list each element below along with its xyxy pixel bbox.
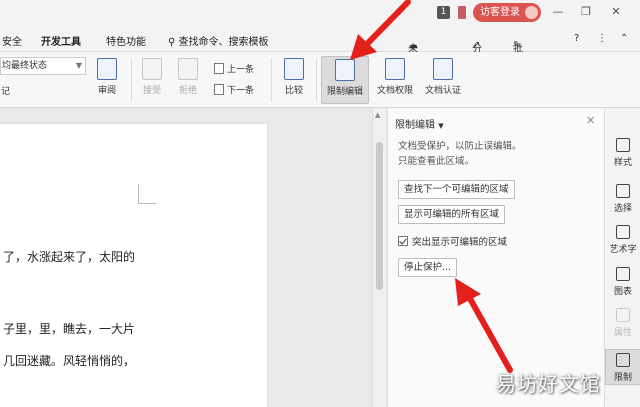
sidebar-item-label: 属性 <box>613 328 632 338</box>
ribbon: 均最终状态 ▼ 记 审阅 接受 拒绝 上一条 下一条 比较 限制编辑 文档权限 … <box>0 52 640 108</box>
chevron-down-icon: ▼ <box>75 61 82 70</box>
chart-icon <box>616 267 630 281</box>
avatar <box>525 6 538 19</box>
skin-icon[interactable] <box>458 6 466 19</box>
tab-security[interactable]: 安全 <box>2 33 22 48</box>
sidebar-item-properties[interactable]: 属性 <box>605 308 640 338</box>
accept-button[interactable]: 接受 <box>136 56 168 104</box>
properties-icon <box>616 308 630 322</box>
doc-permission-icon <box>385 58 405 80</box>
markup-state-value: 均最终状态 <box>2 61 48 71</box>
track-label[interactable]: 记 <box>1 84 10 97</box>
panel-close-button[interactable]: ✕ <box>586 114 595 127</box>
margin-corner-mark <box>138 184 156 204</box>
count-badge[interactable]: 1 <box>437 6 450 19</box>
reject-icon <box>178 58 198 80</box>
compare-icon <box>284 58 304 80</box>
login-label: 访客登录 <box>480 7 520 18</box>
doc-certify-button[interactable]: 文档认证 <box>421 56 465 104</box>
collapse-ribbon-button[interactable]: ⌃ <box>620 33 628 44</box>
review-icon <box>97 58 117 80</box>
doc-text-line[interactable]: 子里，里，瞧去，一大片 <box>3 320 135 337</box>
document-area: 了，水涨起来了，太阳的 子里，里，瞧去，一大片 几回迷藏。风轻悄悄的， <box>0 108 372 407</box>
stop-protection-button[interactable]: 停止保护... <box>398 258 458 277</box>
prev-change-button[interactable]: 上一条 <box>214 62 254 75</box>
prev-icon <box>214 63 224 74</box>
tab-features[interactable]: 特色功能 <box>106 33 146 48</box>
restrict-edit-label: 限制编辑 <box>326 87 363 97</box>
prev-label: 上一条 <box>227 65 255 75</box>
panel-title[interactable]: 限制编辑 ▼ <box>395 116 444 131</box>
title-bar: 1 访客登录 — ❐ ✕ <box>0 0 640 26</box>
reject-label: 拒绝 <box>178 86 197 96</box>
command-search-label: 查找命令、搜索模板 <box>178 37 269 48</box>
accept-icon <box>142 58 162 80</box>
doc-permission-button[interactable]: 文档权限 <box>373 56 417 104</box>
doc-certify-label: 文档认证 <box>424 86 461 96</box>
next-icon <box>214 84 224 95</box>
show-all-regions-button[interactable]: 显示可编辑的所有区域 <box>398 205 506 224</box>
scroll-up-icon[interactable]: ▲ <box>375 111 380 119</box>
more-button[interactable]: ⋮ <box>597 33 607 44</box>
highlight-regions-label: 突出显示可编辑的区域 <box>412 237 508 248</box>
close-button[interactable]: ✕ <box>606 4 626 20</box>
find-next-region-button[interactable]: 查找下一个可编辑的区域 <box>398 180 515 199</box>
review-label: 审阅 <box>97 86 116 96</box>
restrict-edit-button[interactable]: 限制编辑 <box>321 56 369 104</box>
divider <box>271 58 272 102</box>
sidebar-item-label: 艺术字 <box>609 245 637 255</box>
sidebar-item-wordart[interactable]: 艺术字 <box>605 225 640 255</box>
tab-developer[interactable]: 开发工具 <box>41 33 81 48</box>
sidebar-item-style[interactable]: 样式 <box>605 138 640 168</box>
help-button[interactable]: ? <box>574 33 579 44</box>
sidebar-item-select[interactable]: 选择 <box>605 184 640 214</box>
reject-button[interactable]: 拒绝 <box>172 56 204 104</box>
pen-icon <box>616 138 630 152</box>
document-page[interactable]: 了，水涨起来了，太阳的 子里，里，瞧去，一大片 几回迷藏。风轻悄悄的， <box>0 124 267 407</box>
compare-button[interactable]: 比较 <box>278 56 310 104</box>
next-label: 下一条 <box>227 86 255 96</box>
sidebar-item-restrict[interactable]: 限制 <box>605 349 640 385</box>
restrict-edit-panel: 限制编辑 ▼ ✕ 文档受保护，以防止误编辑。 只能查看此区域。 查找下一个可编辑… <box>387 108 604 407</box>
vertical-scrollbar[interactable]: ▲ <box>372 108 386 407</box>
menu-bar: 安全 开发工具 特色功能 ⚲ 查找命令、搜索模板 ☁ 未同步 ↗分享 ✎批注 ?… <box>0 26 640 85</box>
command-search[interactable]: ⚲ 查找命令、搜索模板 <box>168 33 269 48</box>
search-icon: ⚲ <box>168 37 176 48</box>
scrollbar-thumb[interactable] <box>376 142 383 290</box>
compare-label: 比较 <box>284 86 303 96</box>
sidebar-item-label: 样式 <box>613 158 632 168</box>
accept-label: 接受 <box>142 86 161 96</box>
sidebar-item-label: 选择 <box>613 204 632 214</box>
next-change-button[interactable]: 下一条 <box>214 83 254 96</box>
divider <box>131 58 132 102</box>
markup-state-select[interactable]: 均最终状态 ▼ <box>0 57 86 75</box>
review-button[interactable]: 审阅 <box>90 56 124 104</box>
panel-desc-line2: 只能查看此区域。 <box>398 156 475 167</box>
sidebar-item-label: 图表 <box>613 287 632 297</box>
login-button[interactable]: 访客登录 <box>473 3 541 22</box>
sidebar-item-chart[interactable]: 图表 <box>605 267 640 297</box>
minimize-button[interactable]: — <box>548 4 568 20</box>
right-sidebar: 样式 选择 艺术字 图表 属性 限制 <box>604 108 640 407</box>
watermark-logo: 易坊好文馆 <box>496 372 601 396</box>
doc-text-line[interactable]: 几回迷藏。风轻悄悄的， <box>3 352 135 369</box>
doc-text-line[interactable]: 了，水涨起来了，太阳的 <box>3 248 135 265</box>
checkbox-checked-icon <box>398 236 408 246</box>
doc-certify-icon <box>433 58 453 80</box>
cursor-icon <box>616 184 630 198</box>
panel-title-label: 限制编辑 <box>395 120 435 131</box>
panel-desc-line1: 文档受保护，以防止误编辑。 <box>398 141 522 152</box>
chevron-down-icon: ▼ <box>438 122 444 130</box>
sidebar-item-label: 限制 <box>613 373 632 383</box>
divider <box>316 58 317 102</box>
restore-button[interactable]: ❐ <box>576 4 596 20</box>
doc-permission-label: 文档权限 <box>376 86 413 96</box>
highlight-regions-checkbox[interactable]: 突出显示可编辑的区域 <box>398 234 507 248</box>
lock-icon <box>616 353 630 367</box>
wordart-icon <box>616 225 630 239</box>
restrict-edit-icon <box>335 59 355 81</box>
